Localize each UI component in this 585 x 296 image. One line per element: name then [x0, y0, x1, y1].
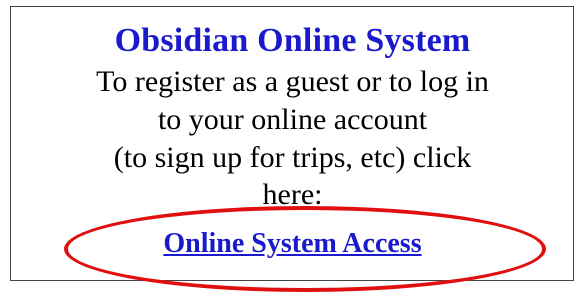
instruction-line-3: (to sign up for trips, etc) click [113, 141, 472, 174]
panel-title: Obsidian Online System [114, 22, 471, 59]
instruction-line-2: to your online account [157, 103, 428, 136]
instruction-line-4: here: [262, 178, 323, 211]
online-system-access-link[interactable]: Online System Access [0, 228, 585, 260]
instruction-line-1: To register as a guest or to log in [96, 65, 489, 98]
